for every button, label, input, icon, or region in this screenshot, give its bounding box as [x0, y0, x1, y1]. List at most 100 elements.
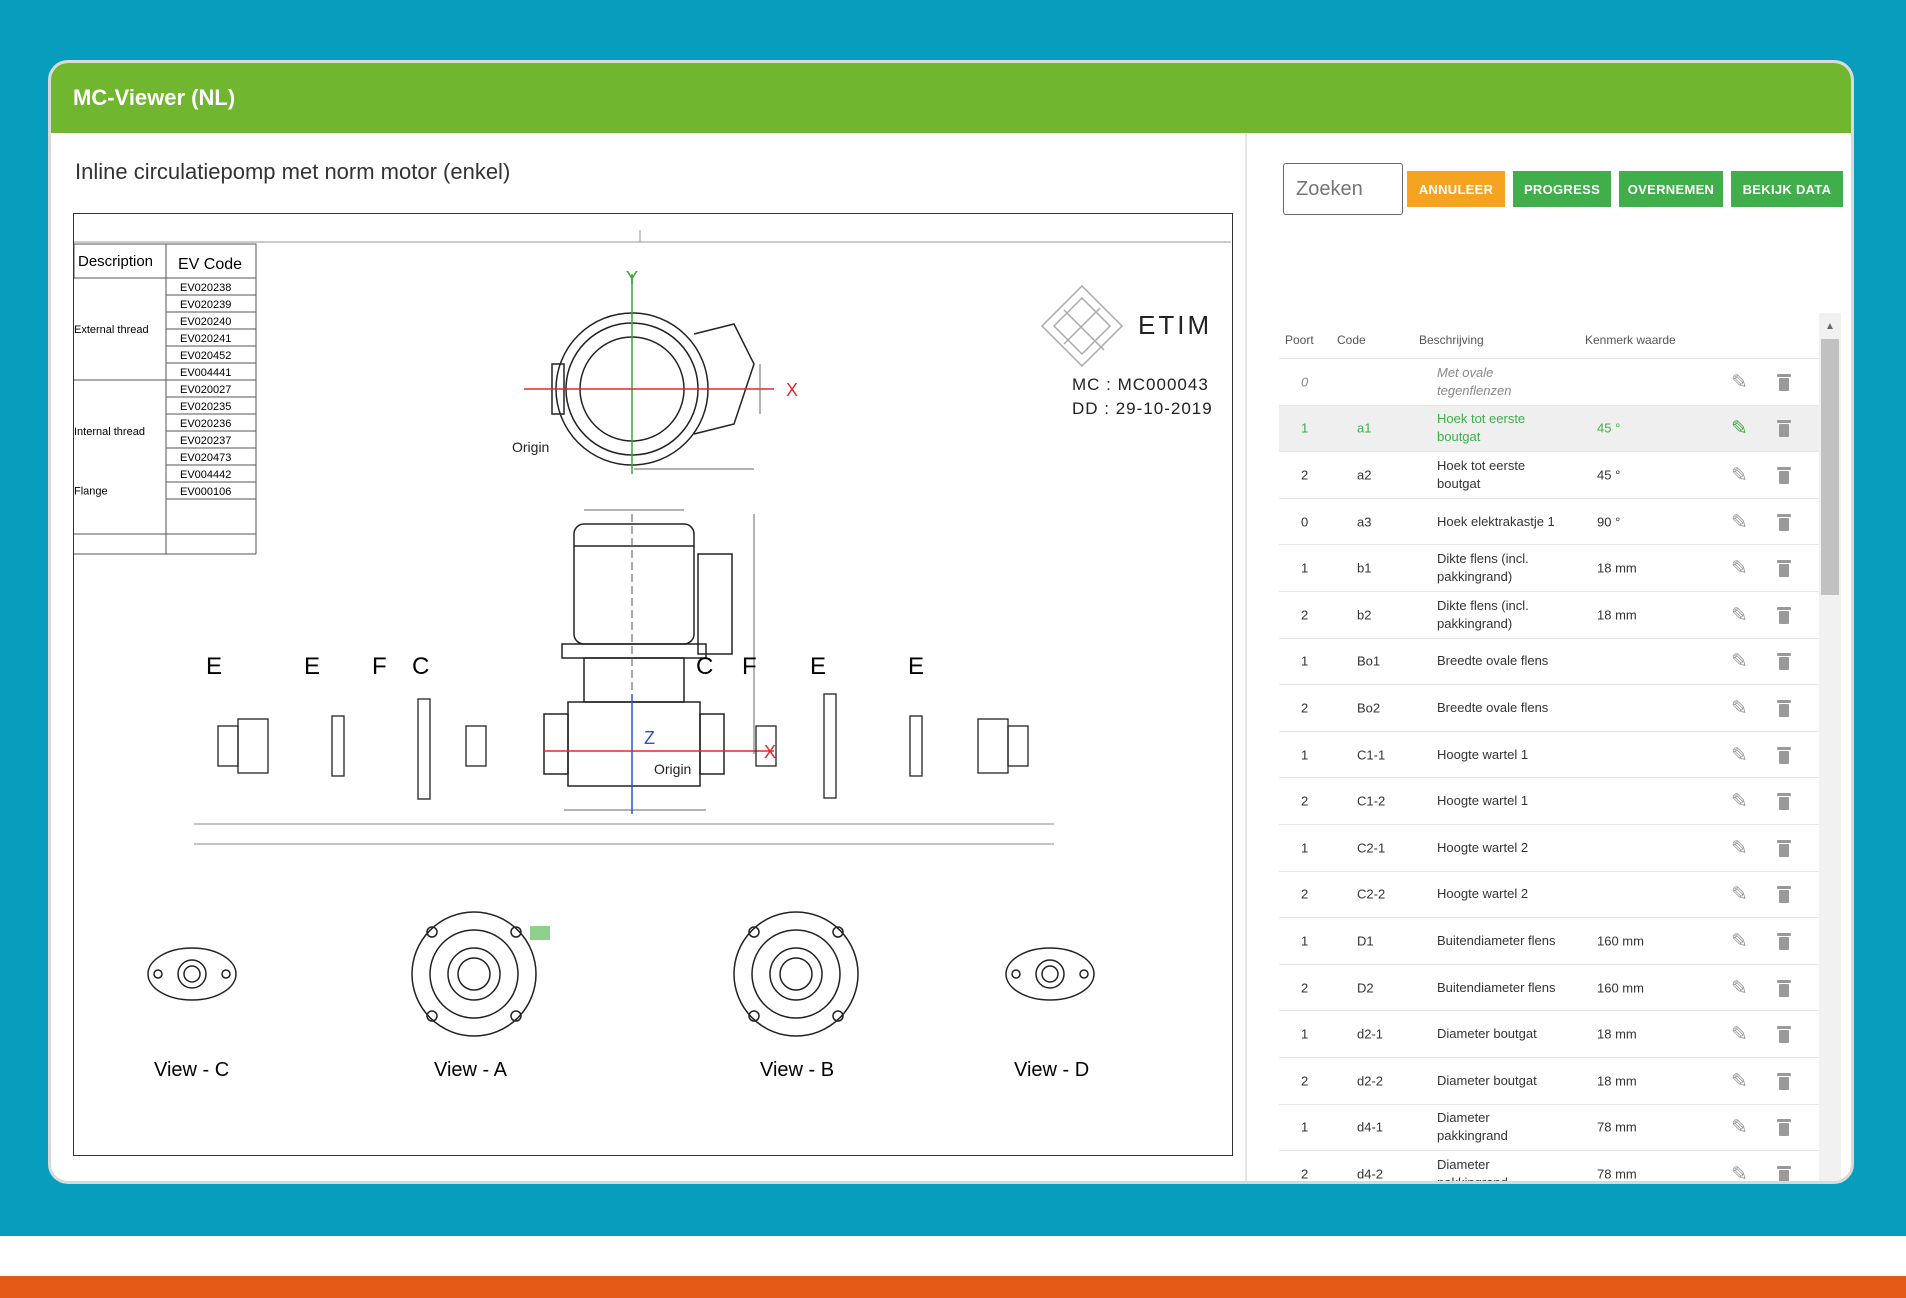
pencil-icon[interactable]: ✎ [1731, 369, 1748, 394]
cell-beschrijving: Buitendiameter flens [1437, 932, 1556, 948]
cell-code: C2-2 [1357, 886, 1386, 902]
table-row[interactable]: 2 b2 Dikte flens (incl. pakkingrand) 18 mm ✎ [1279, 592, 1819, 639]
table-row[interactable]: 1 b1 Dikte flens (incl. pakkingrand) 18 mm ✎ [1279, 545, 1819, 592]
cell-code: C2-1 [1357, 840, 1386, 856]
pencil-icon[interactable]: ✎ [1731, 1115, 1748, 1140]
annuleer-button[interactable]: ANNULEER [1407, 171, 1505, 207]
pencil-icon[interactable]: ✎ [1731, 1068, 1748, 1093]
table-row[interactable]: 0 a3 Hoek elektrakastje 1 90 ° ✎ [1279, 499, 1819, 546]
trash-icon[interactable] [1777, 606, 1791, 624]
axis-label-x: X [786, 380, 798, 400]
cell-beschrijving: Dikte flens (incl. pakkingrand) [1437, 597, 1529, 631]
trash-icon[interactable] [1777, 466, 1791, 484]
progress-button[interactable]: PROGRESS [1513, 171, 1611, 207]
cell-poort: 2 [1301, 700, 1309, 716]
app-title: MC-Viewer (NL) [73, 85, 236, 110]
cell-code: D2 [1357, 980, 1374, 996]
table-row[interactable]: 1 Bo1 Breedte ovale flens ✎ [1279, 639, 1819, 686]
section-letter: C [696, 653, 713, 680]
pencil-icon[interactable]: ✎ [1731, 649, 1748, 674]
trash-icon[interactable] [1777, 885, 1791, 904]
trash-icon[interactable] [1777, 792, 1791, 811]
cell-beschrijving: Dikte flens (incl. pakkingrand) [1437, 551, 1529, 585]
pencil-icon[interactable]: ✎ [1731, 928, 1748, 953]
scroll-up-arrow[interactable]: ▲ [1825, 321, 1835, 332]
cell-poort: 2 [1301, 607, 1309, 623]
trash-icon[interactable] [1777, 839, 1791, 857]
cell-code: b1 [1357, 560, 1372, 576]
pencil-icon[interactable]: ✎ [1731, 835, 1748, 860]
table-row[interactable]: 2 d2-2 Diameter boutgat 18 mm ✎ [1279, 1058, 1819, 1105]
trash-icon[interactable] [1777, 1118, 1791, 1137]
scrollbar-thumb[interactable] [1821, 339, 1839, 595]
table-row[interactable]: 2 C1-2 Hoogte wartel 1 ✎ [1279, 778, 1819, 825]
trash-icon[interactable] [1777, 932, 1791, 950]
cell-code: Bo1 [1357, 653, 1381, 669]
table-row[interactable]: 2 a2 Hoek tot eerste boutgat 45 ° ✎ [1279, 452, 1819, 499]
column-beschrijving: Beschrijving [1419, 333, 1484, 347]
cell-poort: 2 [1301, 467, 1309, 483]
pencil-icon[interactable]: ✎ [1731, 462, 1748, 487]
cell-beschrijving: Hoogte wartel 1 [1437, 793, 1529, 809]
pencil-icon[interactable]: ✎ [1731, 789, 1748, 814]
trash-icon[interactable] [1777, 513, 1791, 531]
pump-top-view [551, 312, 761, 470]
cell-poort: 1 [1301, 420, 1309, 436]
overnemen-button[interactable]: OVERNEMEN [1619, 171, 1723, 207]
trash-icon[interactable] [1777, 419, 1791, 438]
bekijk-data-button[interactable]: BEKIJK DATA [1731, 171, 1843, 207]
pencil-icon[interactable]: ✎ [1731, 882, 1748, 907]
pencil-icon[interactable]: ✎ [1731, 416, 1748, 441]
table-row[interactable]: 1 d4-1 Diameter pakkingrand 78 mm ✎ [1279, 1105, 1819, 1152]
pencil-icon[interactable]: ✎ [1731, 556, 1748, 581]
pencil-icon[interactable]: ✎ [1731, 695, 1748, 720]
table-row[interactable]: 1 C1-1 Hoogte wartel 1 ✎ [1279, 732, 1819, 779]
pencil-icon[interactable]: ✎ [1731, 1161, 1748, 1181]
ev-code: EV020027 [180, 384, 231, 396]
table-row[interactable]: 1 d2-1 Diameter boutgat 18 mm ✎ [1279, 1011, 1819, 1058]
trash-icon[interactable] [1777, 746, 1791, 764]
mc-code: MC : MC000043 [1072, 375, 1209, 394]
trash-icon[interactable] [1777, 699, 1791, 717]
section-letter: E [206, 653, 222, 680]
table-row[interactable]: 1 C2-1 Hoogte wartel 2 ✎ [1279, 825, 1819, 872]
trash-icon[interactable] [1777, 559, 1791, 578]
pencil-icon[interactable]: ✎ [1731, 509, 1748, 534]
trash-icon[interactable] [1777, 652, 1791, 671]
etim-logo-text: ETIM [1138, 310, 1212, 340]
section-letter: E [810, 653, 826, 680]
section-letter: F [372, 653, 387, 680]
search-input[interactable] [1283, 163, 1403, 215]
trash-icon[interactable] [1777, 373, 1791, 391]
table-row[interactable]: 2 Bo2 Breedte ovale flens ✎ [1279, 685, 1819, 732]
ev-code: EV004442 [180, 469, 231, 481]
table-row[interactable]: 2 C2-2 Hoogte wartel 2 ✎ [1279, 872, 1819, 919]
table-row[interactable]: 1 D1 Buitendiameter flens 160 mm ✎ [1279, 918, 1819, 965]
cell-kenmerk-waarde: 18 mm [1597, 607, 1637, 623]
ev-code: EV020235 [180, 401, 231, 413]
pencil-icon[interactable]: ✎ [1731, 1022, 1748, 1047]
section-letter: F [742, 653, 757, 680]
pencil-icon[interactable]: ✎ [1731, 975, 1748, 1000]
cell-beschrijving: Hoogte wartel 1 [1437, 746, 1529, 762]
app-header: MC-Viewer (NL) [51, 63, 1851, 133]
trash-icon[interactable] [1777, 1165, 1791, 1181]
pencil-icon[interactable]: ✎ [1731, 742, 1748, 767]
trash-icon[interactable] [1777, 979, 1791, 997]
trash-icon[interactable] [1777, 1072, 1791, 1090]
document-title: Inline circulatiepomp met norm motor (en… [75, 159, 511, 184]
table-row[interactable]: 0 Met ovale tegenflenzen ✎ [1279, 359, 1819, 406]
column-code: Code [1337, 333, 1366, 347]
cell-beschrijving: Buitendiameter flens [1437, 979, 1556, 995]
trash-icon[interactable] [1777, 1025, 1791, 1044]
ev-code: EV020239 [180, 299, 231, 311]
table-row[interactable]: 2 D2 Buitendiameter flens 160 mm ✎ [1279, 965, 1819, 1012]
table-row[interactable]: 1 a1 Hoek tot eerste boutgat 45 ° ✎ [1279, 405, 1819, 453]
pencil-icon[interactable]: ✎ [1731, 602, 1748, 627]
table-row[interactable]: 2 d4-2 Diameter pakkingrand 78 mm ✎ [1279, 1151, 1819, 1181]
cell-poort: 1 [1301, 560, 1309, 576]
cell-poort: 1 [1301, 747, 1309, 763]
table-header-description: Description [78, 253, 153, 270]
ev-code: EV020473 [180, 452, 231, 464]
ev-code: EV020240 [180, 316, 231, 328]
